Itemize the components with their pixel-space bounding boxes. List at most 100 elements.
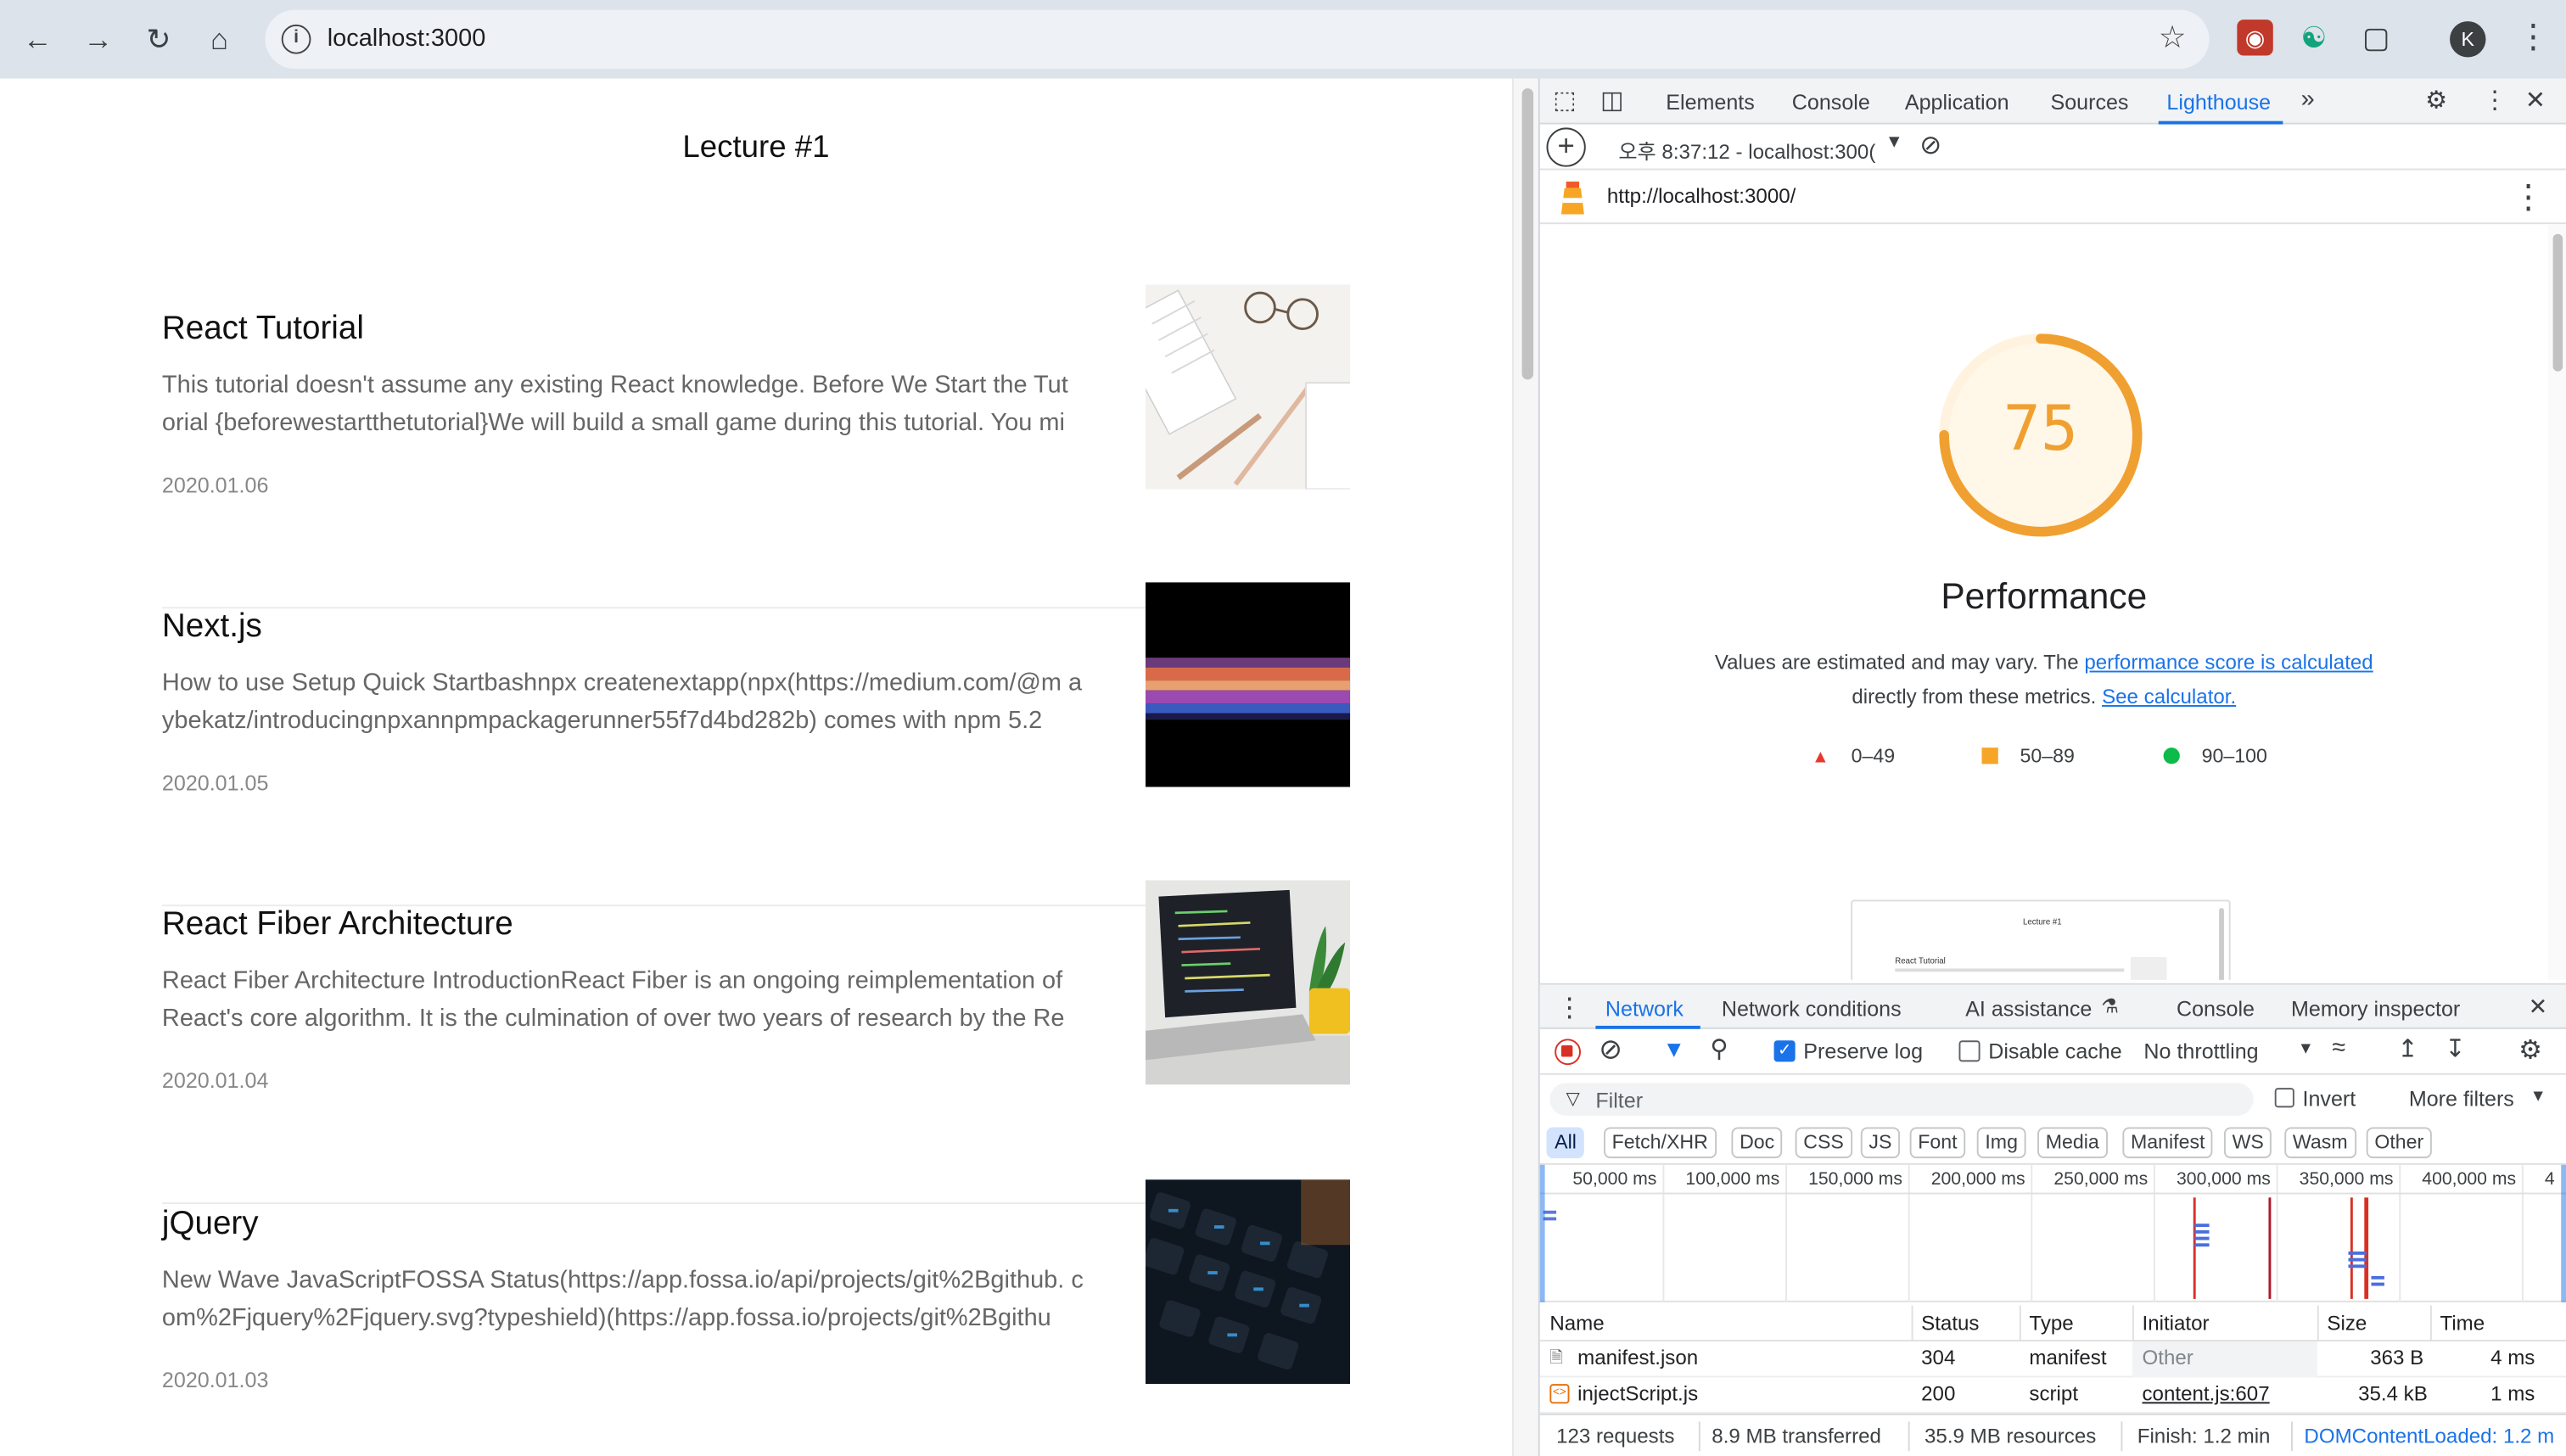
type-font[interactable]: Font: [1909, 1127, 1966, 1159]
close-drawer-icon[interactable]: ✕: [2529, 993, 2548, 1021]
column-time[interactable]: Time: [2440, 1312, 2485, 1335]
page-screenshot-preview[interactable]: Lecture #1 React Tutorial: [1851, 899, 2231, 980]
home-icon[interactable]: ⌂: [199, 20, 238, 59]
column-type[interactable]: Type: [2029, 1312, 2073, 1335]
table-row[interactable]: 🗎 manifest.json 304 manifest Other 363 B…: [1539, 1341, 2566, 1378]
table-row[interactable]: <> injectScript.js 200 script content.js…: [1539, 1377, 2566, 1414]
type-fetch-xhr[interactable]: Fetch/XHR: [1603, 1127, 1717, 1159]
post-title[interactable]: React Fiber Architecture: [162, 906, 513, 944]
post-card[interactable]: Next.js How to use Setup Quick Startbash…: [161, 582, 1351, 907]
initiator-link[interactable]: content.js:607: [2142, 1382, 2269, 1405]
import-har-upload-icon[interactable]: ↥: [2397, 1034, 2418, 1063]
drawer-tab-network-conditions[interactable]: Network conditions: [1722, 996, 1902, 1021]
preserve-log-checkbox[interactable]: ✓: [1773, 1040, 1796, 1062]
record-stop-icon[interactable]: [1555, 1039, 1581, 1066]
profile-avatar[interactable]: K: [2450, 21, 2486, 58]
post-thumbnail[interactable]: [1145, 880, 1351, 1085]
invert-checkbox[interactable]: [2274, 1088, 2294, 1108]
tab-sources[interactable]: Sources: [2050, 90, 2128, 115]
address-bar[interactable]: i localhost:3000 ☆: [265, 9, 2210, 69]
type-manifest[interactable]: Manifest: [2122, 1127, 2214, 1159]
address-url[interactable]: localhost:3000: [328, 25, 486, 53]
forward-icon[interactable]: →: [79, 20, 118, 59]
column-name[interactable]: Name: [1549, 1312, 1604, 1335]
filter-funnel-icon[interactable]: ▼: [1662, 1035, 1685, 1061]
tab-elements[interactable]: Elements: [1666, 90, 1755, 115]
request-name[interactable]: manifest.json: [1577, 1347, 1698, 1369]
report-menu-icon[interactable]: ⋮: [2512, 176, 2545, 217]
drawer-menu-icon[interactable]: ⋮: [1556, 991, 1583, 1024]
drawer-tab-memory-inspector[interactable]: Memory inspector: [2291, 996, 2460, 1021]
type-js[interactable]: JS: [1860, 1127, 1901, 1159]
post-card[interactable]: React Tutorial This tutorial doesn't ass…: [161, 284, 1351, 609]
clear-log-icon[interactable]: ⊘: [1599, 1034, 1622, 1067]
disable-cache-checkbox[interactable]: [1958, 1040, 1981, 1062]
tab-lighthouse[interactable]: Lighthouse: [2166, 90, 2271, 115]
more-filters-button[interactable]: More filters: [2409, 1086, 2514, 1111]
chevron-down-icon[interactable]: ▼: [1885, 132, 1903, 152]
legend-average-label: 50–89: [2020, 744, 2075, 768]
reload-icon[interactable]: ↻: [139, 20, 178, 59]
extension-red-icon[interactable]: ◉: [2237, 20, 2273, 56]
export-har-download-icon[interactable]: ↧: [2445, 1034, 2465, 1063]
post-thumbnail[interactable]: [1145, 284, 1351, 490]
more-filters-chevron-down-icon[interactable]: ▼: [2530, 1088, 2546, 1106]
bookmark-star-icon[interactable]: ☆: [2159, 20, 2187, 57]
type-ws[interactable]: WS: [2223, 1127, 2272, 1159]
score-calculated-link[interactable]: performance score is calculated: [2084, 651, 2373, 674]
type-other[interactable]: Other: [2366, 1127, 2432, 1159]
settings-gear-icon[interactable]: ⚙: [2425, 85, 2447, 115]
post-card[interactable]: React Fiber Architecture React Fiber Arc…: [161, 880, 1351, 1205]
browser-menu-icon[interactable]: ⋮: [2517, 16, 2550, 57]
site-info-icon[interactable]: i: [281, 24, 311, 54]
timeline-right-handle[interactable]: [2561, 1164, 2566, 1302]
report-scrollbar-thumb[interactable]: [2552, 233, 2563, 372]
timeline-left-handle[interactable]: [1539, 1164, 1545, 1302]
tab-console[interactable]: Console: [1792, 90, 1870, 115]
drawer-tab-ai-assistance[interactable]: AI assistance: [1965, 996, 2092, 1021]
drawer-tab-network[interactable]: Network: [1605, 996, 1684, 1021]
request-type: manifest: [2029, 1346, 2107, 1369]
request-name[interactable]: injectScript.js: [1577, 1382, 1698, 1405]
type-doc[interactable]: Doc: [1731, 1127, 1783, 1159]
network-settings-gear-icon[interactable]: ⚙: [2518, 1034, 2542, 1067]
search-icon[interactable]: ⚲: [1710, 1034, 1728, 1063]
type-wasm[interactable]: Wasm: [2284, 1127, 2356, 1159]
column-initiator[interactable]: Initiator: [2142, 1312, 2209, 1335]
close-devtools-icon[interactable]: ✕: [2525, 85, 2546, 115]
page-scrollbar-thumb[interactable]: [1521, 88, 1534, 380]
post-title[interactable]: React Tutorial: [162, 311, 364, 348]
post-thumbnail[interactable]: [1145, 1179, 1351, 1385]
report-scrollbar[interactable]: [2547, 224, 2566, 980]
report-selector[interactable]: 오후 8:37:12 - localhost:300(: [1618, 134, 1875, 165]
throttling-select[interactable]: No throttling: [2143, 1039, 2258, 1063]
extensions-puzzle-icon[interactable]: ▢: [2358, 20, 2394, 55]
type-img[interactable]: Img: [1976, 1127, 2026, 1159]
post-title[interactable]: jQuery: [162, 1206, 259, 1243]
type-media[interactable]: Media: [2037, 1127, 2108, 1159]
column-status[interactable]: Status: [1921, 1312, 1979, 1335]
type-css[interactable]: CSS: [1795, 1127, 1852, 1159]
network-timeline[interactable]: 50,000 ms 100,000 ms 150,000 ms 200,000 …: [1539, 1164, 2566, 1302]
back-icon[interactable]: ←: [18, 20, 57, 59]
extension-green-icon[interactable]: ☯: [2296, 20, 2332, 55]
filter-input[interactable]: ▽ Filter: [1549, 1083, 2254, 1116]
more-tabs-icon[interactable]: »: [2301, 85, 2315, 113]
device-toolbar-icon[interactable]: ◫: [1600, 85, 1623, 115]
clear-reports-icon[interactable]: ⊘: [1919, 129, 1941, 162]
post-thumbnail[interactable]: [1145, 582, 1351, 787]
drawer-tab-console[interactable]: Console: [2177, 996, 2255, 1021]
post-card[interactable]: jQuery New Wave JavaScriptFOSSA Status(h…: [162, 1179, 1351, 1456]
post-title[interactable]: Next.js: [162, 608, 262, 646]
new-report-icon[interactable]: +: [1546, 127, 1586, 167]
page-scrollbar[interactable]: [1511, 78, 1538, 1456]
type-all[interactable]: All: [1546, 1127, 1585, 1159]
devtools-menu-icon[interactable]: ⋮: [2483, 85, 2507, 115]
see-calculator-link[interactable]: See calculator.: [2102, 686, 2236, 708]
report-url[interactable]: http://localhost:3000/: [1607, 185, 1796, 208]
column-size[interactable]: Size: [2327, 1312, 2367, 1335]
tab-application[interactable]: Application: [1905, 90, 2009, 115]
inspect-element-icon[interactable]: ⬚: [1553, 85, 1576, 115]
network-conditions-wifi-icon[interactable]: ≈: [2332, 1034, 2345, 1062]
throttling-chevron-down-icon[interactable]: ▼: [2298, 1040, 2314, 1058]
